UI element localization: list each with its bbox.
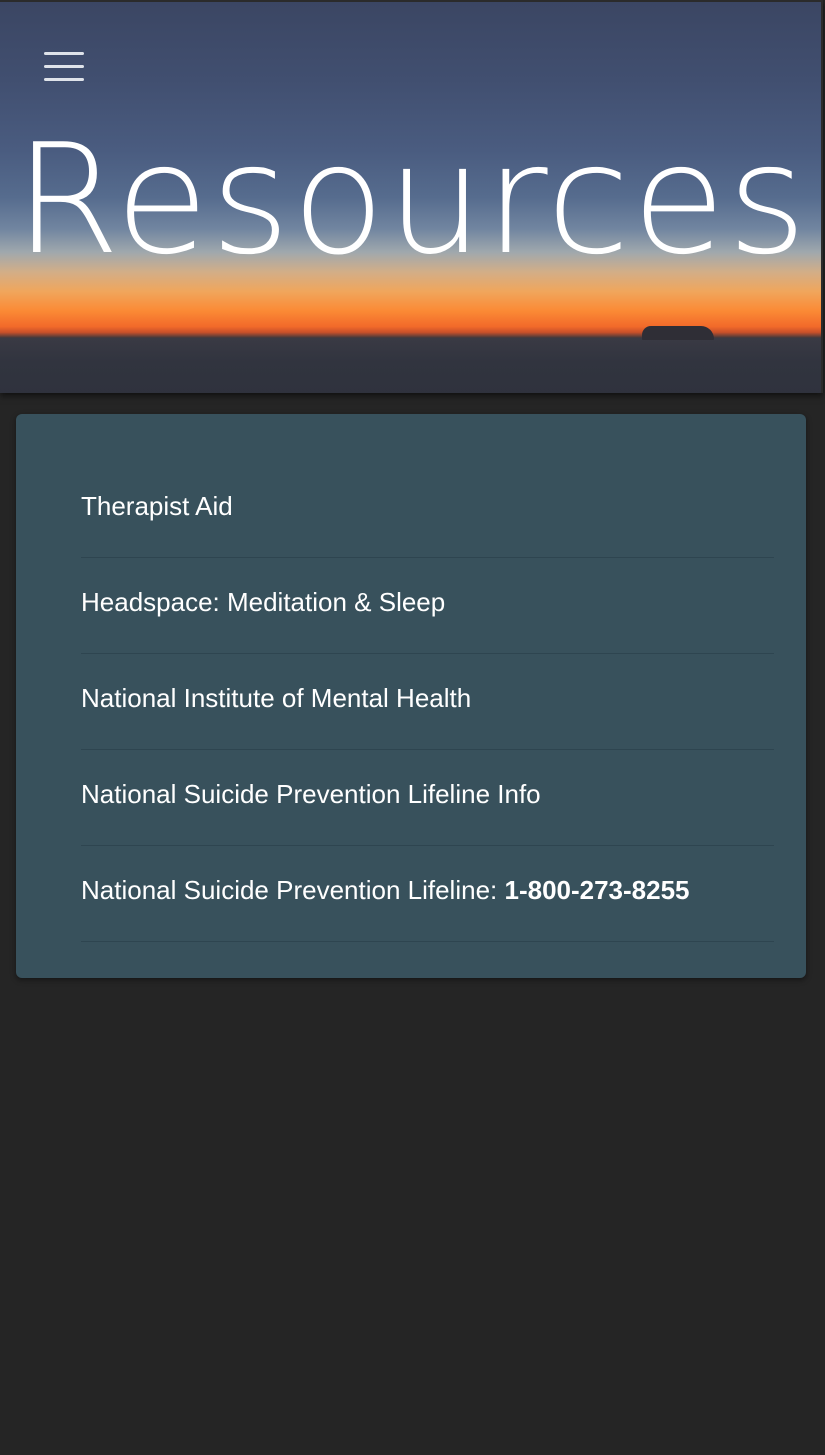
resource-link-lifeline-phone[interactable]: National Suicide Prevention Lifeline: 1-… — [81, 846, 774, 942]
resource-label: Headspace: Meditation & Sleep — [81, 586, 446, 617]
horizon-rock — [642, 326, 714, 340]
resource-link-headspace[interactable]: Headspace: Meditation & Sleep — [81, 558, 774, 654]
resource-link-lifeline-info[interactable]: National Suicide Prevention Lifeline Inf… — [81, 750, 774, 846]
resource-label: National Institute of Mental Health — [81, 682, 472, 713]
resource-label: Therapist Aid — [81, 490, 233, 521]
menu-bar-middle — [44, 65, 84, 68]
menu-button[interactable] — [38, 46, 90, 90]
lifeline-phone-number[interactable]: 1-800-273-8255 — [504, 875, 689, 905]
resource-link-therapist-aid[interactable]: Therapist Aid — [81, 462, 774, 558]
horizon-ground — [0, 338, 821, 393]
resource-list: Therapist Aid Headspace: Meditation & Sl… — [81, 462, 774, 942]
lifeline-label: National Suicide Prevention Lifeline: — [81, 874, 505, 905]
resource-link-nimh[interactable]: National Institute of Mental Health — [81, 654, 774, 750]
hero-banner: Resources — [0, 0, 823, 393]
resource-label: National Suicide Prevention Lifeline: 1-… — [81, 875, 690, 905]
menu-bar-bottom — [44, 78, 84, 81]
page-title: Resources — [14, 111, 809, 288]
menu-bar-top — [44, 52, 84, 55]
resources-card: Therapist Aid Headspace: Meditation & Sl… — [16, 414, 806, 978]
resource-label: National Suicide Prevention Lifeline Inf… — [81, 778, 541, 809]
